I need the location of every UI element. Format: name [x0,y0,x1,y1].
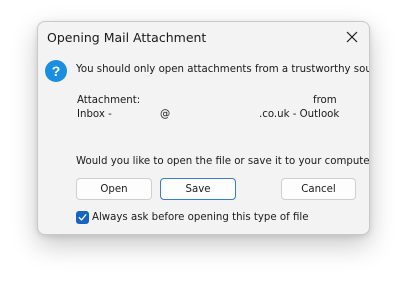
warning-message: You should only open attachments from a … [76,64,370,75]
checkmark-icon [78,213,87,221]
attachment-inbox-text: Inbox - [77,109,112,120]
always-ask-row: Always ask before opening this type of f… [76,209,308,225]
dialog-title: Opening Mail Attachment [47,30,207,45]
always-ask-checkbox[interactable] [76,210,89,224]
attachment-from-text: from [313,95,337,106]
attachment-at-symbol: @ [160,109,171,120]
save-button[interactable]: Save [160,178,236,200]
cancel-button[interactable]: Cancel [281,178,356,200]
close-icon [346,31,358,43]
attachment-label: Attachment: [77,95,141,106]
attachment-domain-text: .co.uk - Outlook [259,109,340,120]
title-bar[interactable]: Opening Mail Attachment [38,22,369,52]
close-button[interactable] [338,24,366,50]
opening-mail-attachment-dialog: Opening Mail Attachment ? You should onl… [37,21,370,235]
question-text: Would you like to open the file or save … [76,156,370,167]
question-icon: ? [45,60,67,82]
open-button[interactable]: Open [76,178,152,200]
always-ask-label[interactable]: Always ask before opening this type of f… [92,212,308,223]
screen: Opening Mail Attachment ? You should onl… [0,0,409,297]
